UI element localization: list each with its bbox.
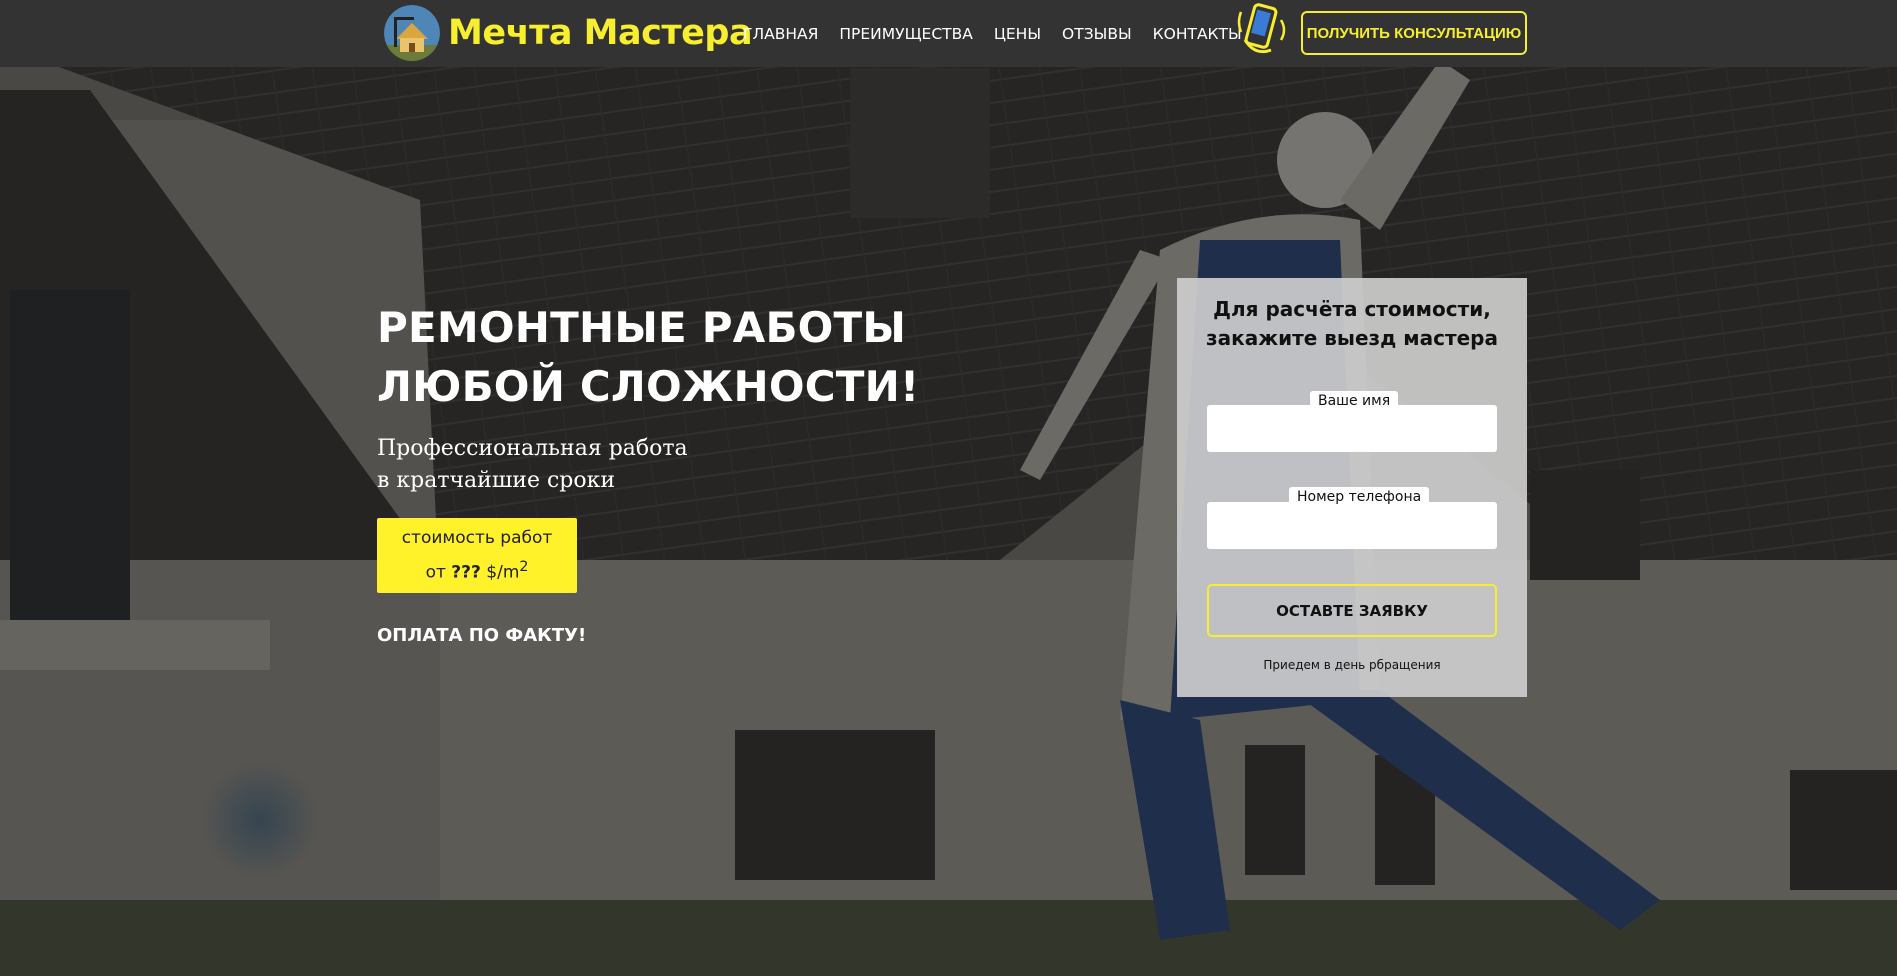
form-title: Для расчёта стоимости, закажите выезд ма… [1177, 295, 1527, 353]
hero-background [0, 0, 1897, 976]
price-label: стоимость работ [401, 527, 553, 548]
hero-title-line-1: РЕМОНТНЫЕ РАБОТЫ [377, 303, 907, 352]
name-field-label: Ваше имя [1310, 391, 1399, 411]
logo[interactable]: Мечта Мастера [384, 5, 753, 61]
name-input[interactable] [1207, 405, 1497, 452]
price-unit: $/m [480, 562, 520, 583]
phone-input[interactable] [1207, 502, 1497, 549]
phone-icon[interactable] [1235, 0, 1291, 58]
main-nav: ГЛАВНАЯ ПРЕИМУЩЕСТВА ЦЕНЫ ОТЗЫВЫ КОНТАКТ… [743, 0, 1263, 67]
nav-item-advantages[interactable]: ПРЕИМУЩЕСТВА [839, 25, 972, 43]
logo-text: Мечта Мастера [448, 13, 753, 53]
form-note: Приедем в день рбращения [1263, 658, 1441, 672]
phone-field-label: Номер телефона [1289, 487, 1430, 507]
name-field-wrapper [1207, 405, 1497, 452]
nav-item-contacts[interactable]: КОНТАКТЫ [1153, 25, 1242, 43]
hero-title: РЕМОНТНЫЕ РАБОТЫ ЛЮБОЙ СЛОЖНОСТИ! [377, 298, 997, 416]
form-title-line-1: Для расчёта стоимости, [1213, 297, 1491, 321]
price-badge: стоимость работ от ??? $/m2 [377, 518, 577, 593]
get-consultation-button[interactable]: ПОЛУЧИТЬ КОНСУЛЬТАЦИЮ [1301, 11, 1527, 55]
hero-subtitle-line-1: Профессиональная работа [377, 436, 688, 461]
nav-item-reviews[interactable]: ОТЗЫВЫ [1062, 25, 1132, 43]
order-form-card: Для расчёта стоимости, закажите выезд ма… [1177, 278, 1527, 697]
logo-house-icon [384, 5, 440, 61]
phone-field-wrapper [1207, 502, 1497, 549]
price-value-line: от ??? $/m2 [426, 553, 529, 588]
hero-subtitle: Профессиональная работа в кратчайшие сро… [377, 433, 777, 497]
price-prefix: от [425, 562, 452, 583]
nav-item-prices[interactable]: ЦЕНЫ [994, 25, 1041, 43]
site-header: Мечта Мастера ГЛАВНАЯ ПРЕИМУЩЕСТВА ЦЕНЫ … [0, 0, 1897, 67]
hero-dark-overlay [0, 0, 1897, 976]
submit-request-button[interactable]: ОСТАВТЕ ЗАЯВКУ [1207, 584, 1497, 637]
payment-note: ОПЛАТА ПО ФАКТУ! [377, 625, 587, 646]
price-value: ??? [451, 562, 481, 583]
price-unit-sup: 2 [519, 558, 529, 575]
nav-item-home[interactable]: ГЛАВНАЯ [743, 25, 818, 43]
hero-subtitle-line-2: в кратчайшие сроки [377, 468, 616, 493]
form-title-line-2: закажите выезд мастера [1206, 326, 1498, 350]
hero-title-line-2: ЛЮБОЙ СЛОЖНОСТИ! [377, 362, 920, 411]
